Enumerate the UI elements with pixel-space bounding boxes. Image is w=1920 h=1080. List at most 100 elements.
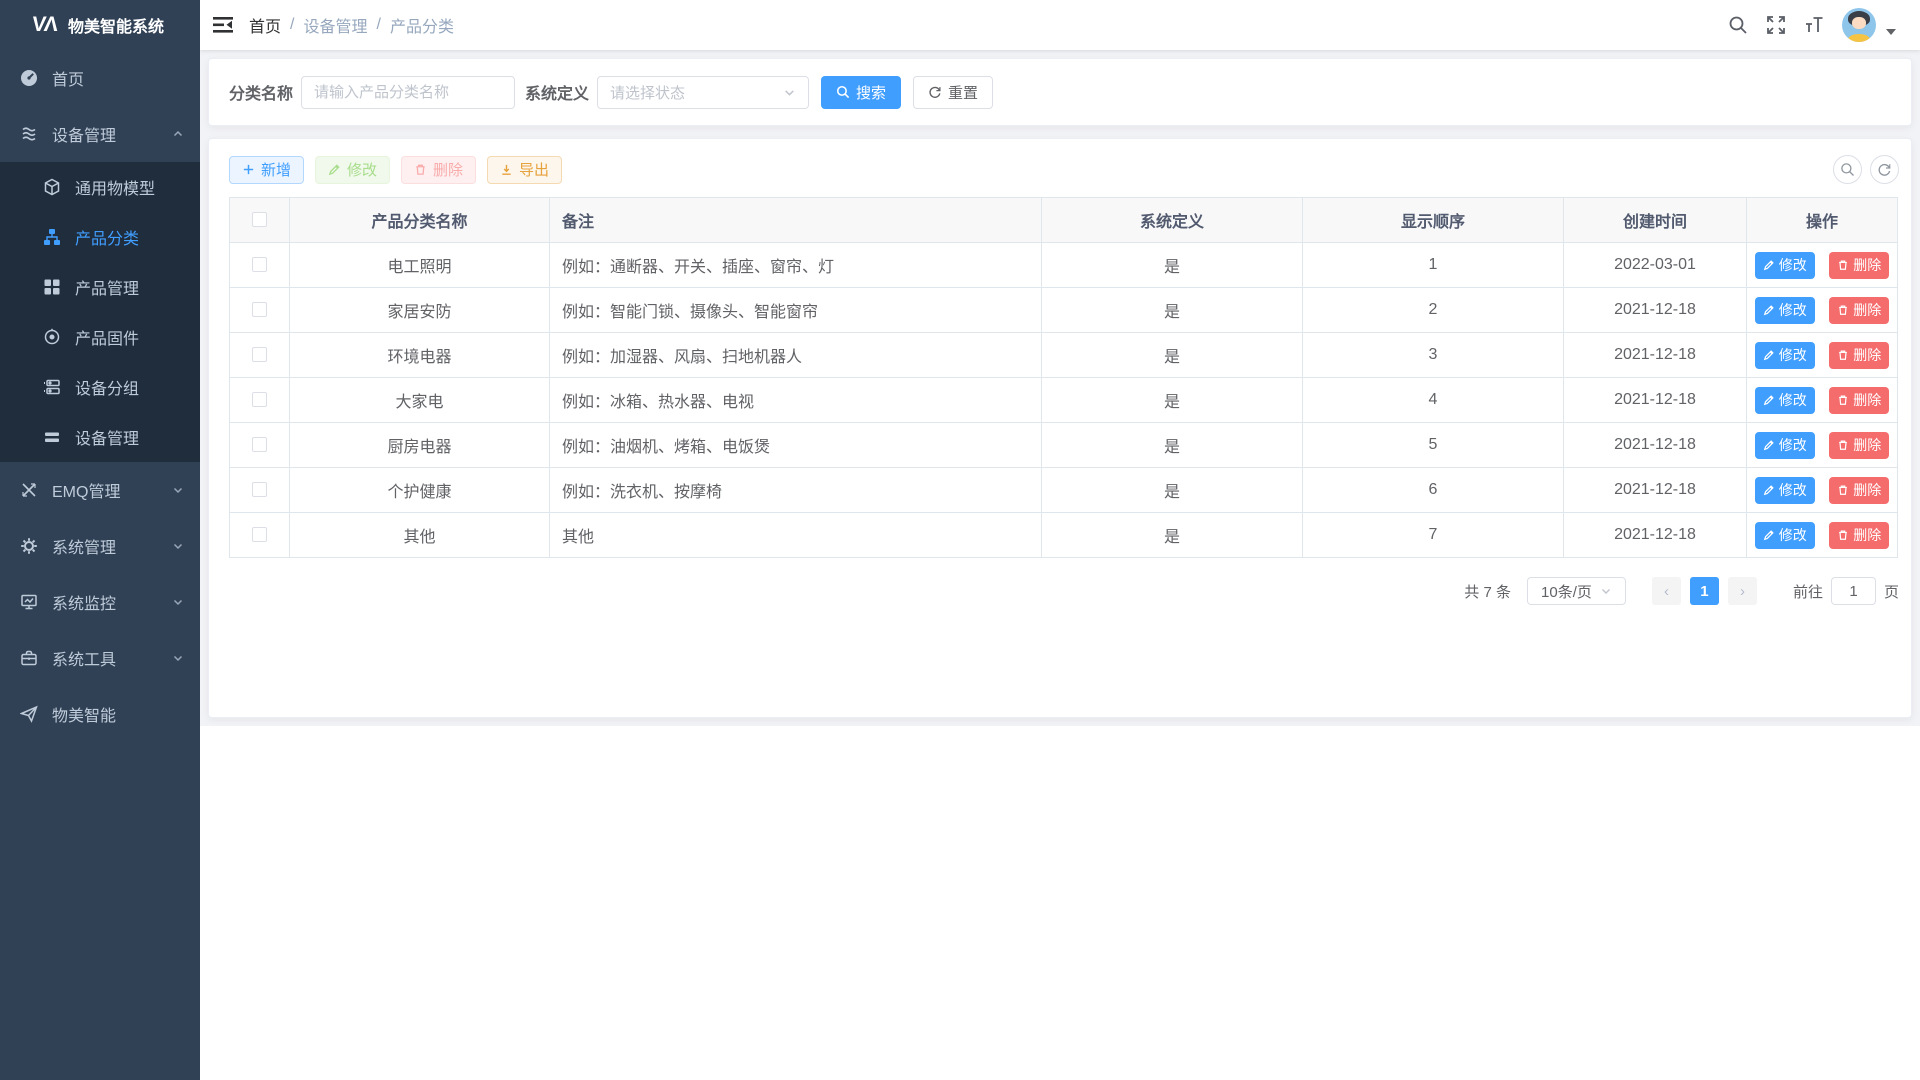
sidebar-item-system-management[interactable]: 系统管理	[0, 518, 200, 574]
breadcrumb-home[interactable]: 首页	[249, 13, 281, 37]
system-defined-label: 系统定义	[525, 80, 589, 104]
table-toolbar: 新增 修改 删除 导出	[229, 155, 1899, 184]
sidebar-item-label: 设备管理	[52, 122, 172, 146]
trash-icon	[1837, 439, 1849, 451]
sidebar-item-product-firmware[interactable]: 产品固件	[0, 312, 200, 362]
row-delete-button[interactable]: 删除	[1829, 477, 1889, 504]
row-delete-button[interactable]: 删除	[1829, 297, 1889, 324]
row-edit-button[interactable]: 修改	[1755, 522, 1815, 549]
table-panel: 新增 修改 删除 导出	[208, 138, 1912, 718]
add-button[interactable]: 新增	[229, 156, 304, 184]
trash-icon	[414, 163, 427, 176]
chevron-up-icon	[172, 128, 184, 140]
cell-created-time: 2021-12-18	[1564, 468, 1747, 513]
row-edit-button[interactable]: 修改	[1755, 432, 1815, 459]
row-checkbox[interactable]	[252, 302, 267, 317]
cell-created-time: 2021-12-18	[1564, 423, 1747, 468]
reset-button[interactable]: 重置	[913, 76, 993, 109]
delete-button[interactable]: 删除	[401, 156, 476, 184]
edit-button[interactable]: 修改	[315, 156, 390, 184]
logo-mark-icon: VΛ	[31, 13, 58, 37]
chevron-down-icon	[172, 652, 184, 664]
cell-remark: 例如：智能门锁、摄像头、智能窗帘	[550, 288, 1042, 333]
search-button[interactable]: 搜索	[821, 76, 901, 109]
cell-display-order: 4	[1303, 378, 1564, 423]
row-delete-button[interactable]: 删除	[1829, 387, 1889, 414]
sidebar-item-system-monitor[interactable]: 系统监控	[0, 574, 200, 630]
select-all-checkbox[interactable]	[252, 212, 267, 227]
sidebar-item-device-manage[interactable]: 设备管理	[0, 412, 200, 462]
navbar-actions	[1728, 8, 1920, 42]
row-checkbox[interactable]	[252, 392, 267, 407]
sidebar-item-home[interactable]: 首页	[0, 50, 200, 106]
row-checkbox[interactable]	[252, 527, 267, 542]
current-page-button[interactable]: 1	[1690, 577, 1719, 605]
row-checkbox[interactable]	[252, 482, 267, 497]
row-delete-button[interactable]: 删除	[1829, 432, 1889, 459]
cell-system-defined: 是	[1042, 243, 1303, 288]
refresh-button[interactable]	[1870, 155, 1899, 184]
cell-system-defined: 是	[1042, 378, 1303, 423]
cell-remark: 例如：冰箱、热水器、电视	[550, 378, 1042, 423]
col-header-actions: 操作	[1747, 198, 1898, 243]
row-delete-button[interactable]: 删除	[1829, 522, 1889, 549]
refresh-icon	[1877, 162, 1892, 177]
sidebar-item-device-group[interactable]: 设备分组	[0, 362, 200, 412]
system-defined-select[interactable]: 请选择状态	[597, 76, 809, 109]
cell-created-time: 2021-12-18	[1564, 333, 1747, 378]
app-logo[interactable]: VΛ 物美智能系统	[0, 0, 200, 50]
cell-display-order: 2	[1303, 288, 1564, 333]
row-edit-button[interactable]: 修改	[1755, 342, 1815, 369]
search-icon	[1840, 162, 1855, 177]
row-checkbox[interactable]	[252, 257, 267, 272]
row-edit-button[interactable]: 修改	[1755, 477, 1815, 504]
cell-display-order: 1	[1303, 243, 1564, 288]
user-menu-caret-icon[interactable]	[1886, 29, 1896, 35]
cell-category-name: 电工照明	[290, 243, 550, 288]
edit-pen-icon	[1763, 484, 1775, 496]
fullscreen-icon[interactable]	[1766, 15, 1786, 35]
category-name-input[interactable]	[301, 76, 515, 109]
font-size-icon[interactable]	[1804, 15, 1824, 35]
sidebar-item-wumei-brand[interactable]: 物美智能	[0, 686, 200, 742]
sidebar-item-system-tools[interactable]: 系统工具	[0, 630, 200, 686]
table-row: 厨房电器 例如：油烟机、烤箱、电饭煲 是 5 2021-12-18 修改 删除	[230, 423, 1898, 468]
sidebar-item-product-management[interactable]: 产品管理	[0, 262, 200, 312]
cell-created-time: 2021-12-18	[1564, 288, 1747, 333]
cube-icon	[43, 178, 61, 196]
device-submenu: 通用物模型 产品分类 产品管理 产品固件 设备分组	[0, 162, 200, 462]
cell-display-order: 5	[1303, 423, 1564, 468]
row-checkbox[interactable]	[252, 437, 267, 452]
sidebar-item-device-management[interactable]: 设备管理	[0, 106, 200, 162]
user-avatar[interactable]	[1842, 8, 1876, 42]
sidebar: VΛ 物美智能系统 首页 设备管理 通用物模型 产品分类	[0, 0, 200, 1080]
pagination: 共 7 条 10条/页 ‹ 1 › 前往 页	[1464, 577, 1899, 605]
page-size-select[interactable]: 10条/页	[1527, 577, 1626, 605]
row-delete-button[interactable]: 删除	[1829, 342, 1889, 369]
sidebar-item-emq[interactable]: EMQ管理	[0, 462, 200, 518]
row-checkbox[interactable]	[252, 347, 267, 362]
toggle-search-button[interactable]	[1833, 155, 1862, 184]
sidebar-item-product-category[interactable]: 产品分类	[0, 212, 200, 262]
search-icon	[836, 85, 850, 99]
sidebar-item-label: 产品分类	[75, 225, 184, 249]
export-button[interactable]: 导出	[487, 156, 562, 184]
sidebar-item-label: 系统工具	[52, 646, 172, 670]
row-edit-button[interactable]: 修改	[1755, 252, 1815, 279]
next-page-button[interactable]: ›	[1728, 577, 1757, 605]
cell-category-name: 个护健康	[290, 468, 550, 513]
row-edit-button[interactable]: 修改	[1755, 297, 1815, 324]
chevron-down-icon	[172, 596, 184, 608]
sidebar-item-thing-model[interactable]: 通用物模型	[0, 162, 200, 212]
prev-page-button[interactable]: ‹	[1652, 577, 1681, 605]
cell-system-defined: 是	[1042, 333, 1303, 378]
trash-icon	[1837, 394, 1849, 406]
sidebar-toggle-icon[interactable]	[212, 16, 234, 34]
goto-page-input[interactable]	[1831, 577, 1876, 605]
search-icon[interactable]	[1728, 15, 1748, 35]
row-edit-button[interactable]: 修改	[1755, 387, 1815, 414]
trash-icon	[1837, 259, 1849, 271]
shuffle-arrows-icon	[20, 481, 38, 499]
row-delete-button[interactable]: 删除	[1829, 252, 1889, 279]
cell-remark: 例如：洗衣机、按摩椅	[550, 468, 1042, 513]
